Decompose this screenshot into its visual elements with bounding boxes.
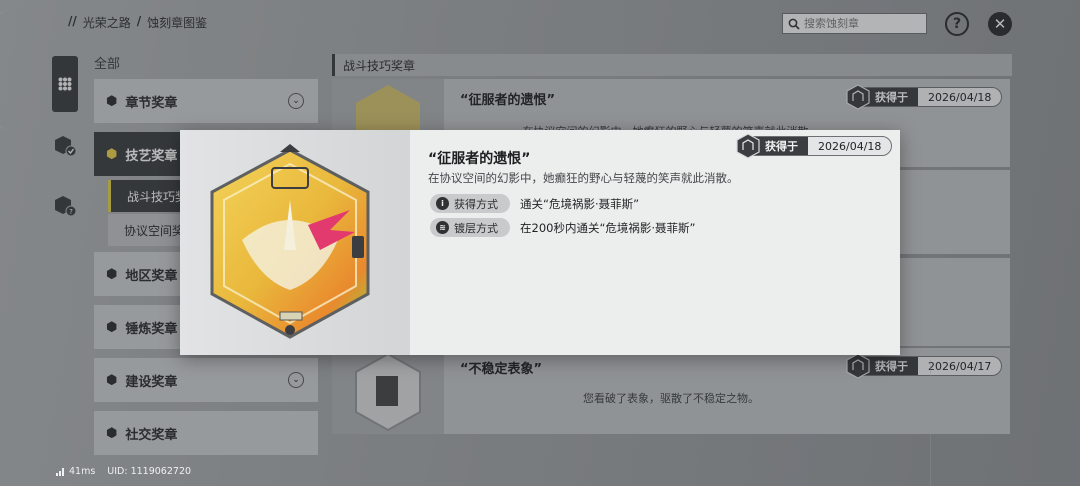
category-chapter[interactable]: ⬢ 章节奖章 ⌄ [94,79,318,123]
modal-title: “征服者的遗恨” [428,151,531,167]
chevron-down-icon[interactable]: ⌄ [288,93,304,109]
plating-method-label: 镀层方式 [454,221,498,235]
category-label: 章节奖章 [125,95,178,111]
medal-detail-modal: “征服者的遗恨” 在协议空间的幻影中，她癫狂的野心与轻蔑的笑声就此消散。 获得于… [180,130,900,355]
medal-showcase [180,130,410,355]
obtain-method-row: i 获得方式 通关“危境祸影·聂菲斯” [430,194,639,213]
plating-method-pill: ≋ 镀层方式 [430,218,510,237]
signal-icon [56,467,64,476]
medal-question-icon[interactable]: ? [53,194,77,218]
search-input[interactable] [804,17,914,30]
breadcrumb-separator: / [136,14,142,28]
obtain-method-value: 通关“危境祸影·聂菲斯” [520,196,640,211]
help-icon: ? [952,16,962,32]
category-label: 地区奖章 [125,268,178,284]
subcategory-label: 协议空间奖 [124,223,185,238]
grid-icon [58,77,72,91]
category-build[interactable]: ⬢ 建设奖章 ⌄ [94,358,318,402]
chapter-medal-icon: ⬢ [106,93,118,109]
modal-description: 在协议空间的幻影中，她癫狂的野心与轻蔑的笑声就此消散。 [428,171,739,185]
obtained-badge: 获得于 2026/04/18 [736,133,893,159]
obtained-date: 2026/04/18 [818,139,882,153]
breadcrumb-prefix: // [68,14,77,28]
search-icon [788,18,800,30]
category-all-label[interactable]: 全部 [94,53,120,72]
obtain-method-pill: i 获得方式 [430,194,510,213]
obtain-method-label: 获得方式 [454,197,498,211]
background-decoration [930,360,1070,486]
subcategory-label: 战斗技巧奖 [127,189,188,204]
status-footer: 41ms UID: 1119062720 [56,466,191,477]
help-button[interactable]: ? [945,12,969,36]
temper-medal-icon: ⬢ [106,319,118,335]
category-label: 技艺奖章 [125,148,178,164]
medal-description: 您看破了表象，驱散了不稳定之物。 [583,392,759,405]
social-medal-icon: ⬢ [106,425,118,441]
medal-hex-icon [846,84,870,110]
medal-hex-icon [846,353,870,379]
category-label: 社交奖章 [125,427,178,443]
category-social[interactable]: ⬢ 社交奖章 [94,411,318,455]
category-label: 建设奖章 [125,374,178,390]
uid-text: UID: 1119062720 [107,466,192,477]
obtained-badge: 获得于 2026/04/18 [846,84,1003,110]
ping-value: 41ms [69,466,96,477]
build-medal-icon: ⬢ [106,372,118,388]
medal-hex-icon [736,133,760,159]
breadcrumb: // 光荣之路 / 蚀刻章图鉴 [68,14,207,31]
list-item[interactable]: “不稳定表象” 您看破了表象，驱散了不稳定之物。 获得于 2026/04/17 [332,348,1010,434]
plating-method-row: ≋ 镀层方式 在200秒内通关“危境祸影·聂菲斯” [430,218,696,237]
list-section-title: 战斗技巧奖章 [332,54,1012,76]
close-icon: ✕ [993,15,1007,33]
obtained-date: 2026/04/18 [928,90,992,104]
medal-title: “征服者的遗恨” [460,93,556,108]
medal-image [210,144,370,339]
skill-medal-icon: ⬢ [106,146,118,162]
breadcrumb-current: 蚀刻章图鉴 [147,16,208,30]
plating-method-value: 在200秒内通关“危境祸影·聂菲斯” [520,220,696,235]
medal-check-icon[interactable] [53,134,77,158]
ping-indicator: 41ms [56,466,95,477]
search-box[interactable] [782,13,927,34]
region-medal-icon: ⬢ [106,266,118,282]
chevron-down-icon[interactable]: ⌄ [288,372,304,388]
info-icon: i [436,197,449,210]
rail-grid-button[interactable] [52,56,78,112]
medal-title: “不稳定表象” [460,362,543,377]
category-label: 锤炼奖章 [125,321,178,337]
layers-icon: ≋ [436,221,449,234]
svg-text:?: ? [69,208,73,216]
section-title-text: 战斗技巧奖章 [343,58,416,73]
breadcrumb-root[interactable]: 光荣之路 [83,14,131,31]
close-button[interactable]: ✕ [988,12,1012,36]
